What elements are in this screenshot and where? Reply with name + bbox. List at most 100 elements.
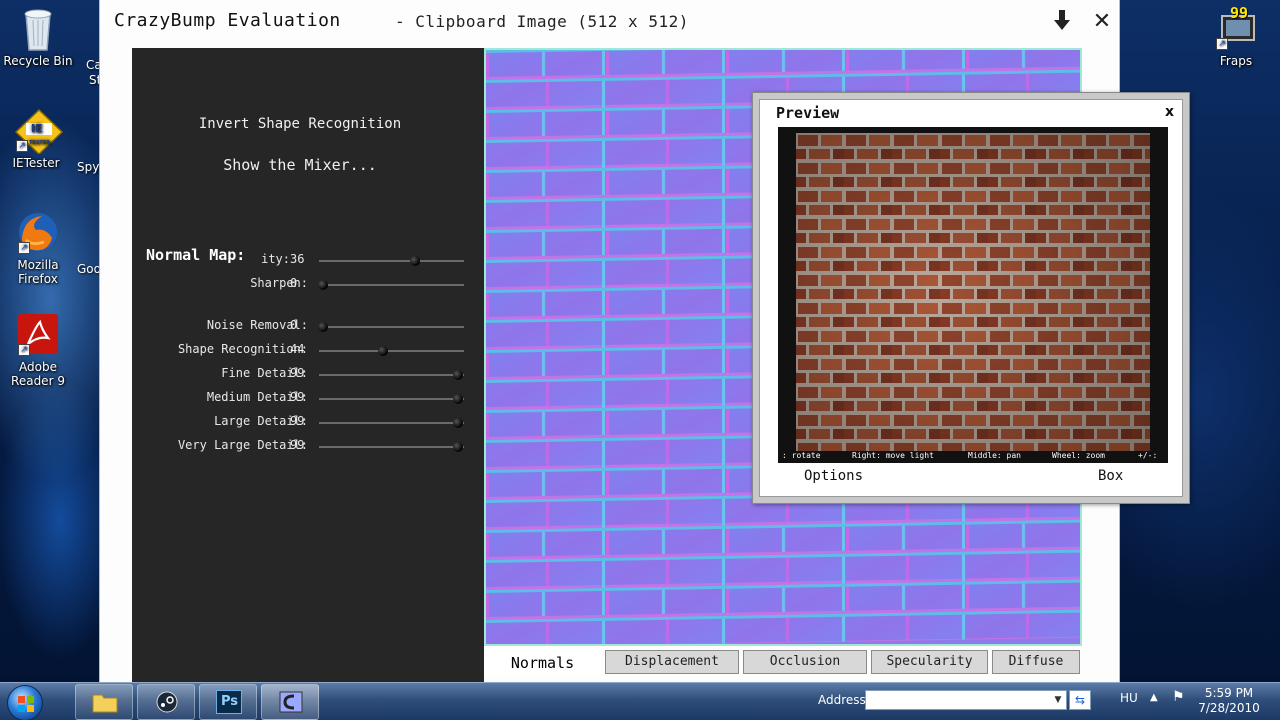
chevron-down-icon[interactable]: ▼ — [1050, 691, 1066, 709]
ietester-badge-text: IE — [31, 122, 43, 135]
slider-label: Shape Recognition: — [177, 342, 308, 356]
preview-3d-viewport[interactable]: : rotate Right: move light Middle: pan W… — [778, 127, 1168, 463]
fraps-monitor-icon: 99 ↗ — [1214, 6, 1258, 50]
clock-time: 5:59 PM — [1204, 686, 1254, 700]
desktop-icon-firefox[interactable]: ↗ Mozilla Firefox — [0, 210, 76, 286]
slider-value: 0 — [290, 276, 298, 290]
taskbar-explorer-button[interactable] — [75, 684, 133, 720]
close-icon[interactable]: ✕ — [1088, 8, 1116, 36]
preview-window-body: Preview x: rotate Right: move light Mid… — [759, 99, 1183, 497]
preview-close-button[interactable]: x — [1165, 104, 1174, 120]
tab-normals[interactable]: Normals — [484, 648, 601, 676]
preview-window: Preview x: rotate Right: move light Mid… — [752, 92, 1190, 504]
show-hidden-icons-icon[interactable]: ▲ — [1150, 692, 1158, 703]
preview-title: Preview — [776, 104, 840, 122]
preview-box-button[interactable]: Box — [1098, 468, 1123, 484]
slider-thumb[interactable] — [318, 280, 329, 290]
slider-track[interactable] — [319, 256, 464, 266]
tab-occlusion[interactable]: Occlusion — [743, 650, 867, 674]
brick-texture-preview — [796, 133, 1150, 451]
slider-row: ity: 36 — [132, 250, 484, 270]
photoshop-icon-label: Ps — [221, 694, 239, 709]
desktop-icon-adobe-reader[interactable]: ↗ Adobe Reader 9 — [0, 312, 76, 388]
adobe-reader-icon: ↗ — [16, 312, 60, 356]
taskbar-steam-button[interactable] — [137, 684, 195, 720]
slider-label: ity: — [261, 252, 290, 266]
desktop-icon-label: Adobe Reader 9 — [11, 360, 65, 388]
preview-mouse-hints: : rotate Right: move light Middle: pan W… — [778, 451, 1168, 461]
slider-row: Noise Removal: 0 — [132, 316, 484, 336]
hint-move-light: Right: move light — [852, 451, 934, 460]
slider-value: 99 — [290, 366, 305, 380]
desktop-icon-fraps[interactable]: 99 ↗ Fraps — [1198, 6, 1274, 68]
slider-row: Sharpen: 0 — [132, 274, 484, 294]
ietester-icon: IE TESTER ↗ — [14, 108, 64, 156]
action-center-flag-icon[interactable]: ⚑ — [1172, 689, 1185, 705]
desktop-icon-ietester[interactable]: IE TESTER ↗ IETester — [0, 108, 74, 170]
taskbar-crazybump-button[interactable] — [261, 684, 319, 720]
desktop-icon-label: Recycle Bin — [3, 54, 73, 68]
shortcut-arrow-icon: ↗ — [1216, 38, 1228, 50]
firefox-icon: ↗ — [16, 210, 60, 254]
slider-track[interactable] — [319, 442, 464, 452]
shortcut-arrow-icon: ↗ — [18, 242, 30, 254]
slider-value: 99 — [290, 414, 305, 428]
slider-value: 99 — [290, 438, 305, 452]
language-indicator[interactable]: HU — [1120, 691, 1138, 705]
tab-diffuse[interactable]: Diffuse — [992, 650, 1080, 674]
preview-options-button[interactable]: Options — [804, 468, 863, 484]
slider-row: Medium Detail: 99 — [132, 388, 484, 408]
slider-value: 44 — [290, 342, 305, 356]
slider-track[interactable] — [318, 280, 464, 290]
show-mixer-link[interactable]: Show the Mixer... — [132, 156, 468, 174]
slider-value: 99 — [290, 390, 305, 404]
slider-track[interactable] — [319, 418, 464, 428]
slider-label: Sharpen: — [250, 276, 308, 290]
folder-icon — [92, 694, 118, 713]
hint-pan: Middle: pan — [968, 451, 1021, 460]
start-button[interactable] — [7, 685, 43, 720]
slider-row: Very Large Detail: 99 — [132, 436, 484, 456]
shortcut-arrow-icon: ↗ — [16, 140, 28, 152]
tab-displacement[interactable]: Displacement — [605, 650, 739, 674]
taskbar-photoshop-button[interactable]: Ps — [199, 684, 257, 720]
steam-icon — [156, 691, 178, 713]
slider-row: Fine Detail: 99 — [132, 364, 484, 384]
slider-thumb[interactable] — [453, 418, 464, 428]
slider-thumb[interactable] — [453, 370, 464, 380]
desktop-icon-recycle-bin[interactable]: Recycle Bin — [0, 6, 76, 68]
photoshop-icon: Ps — [216, 690, 242, 714]
invert-shape-recognition-link[interactable]: Invert Shape Recognition — [132, 116, 468, 132]
ietester-badge-subtext: TESTER — [29, 140, 51, 146]
download-arrow-icon[interactable] — [1048, 8, 1076, 36]
slider-label: Very Large Detail: — [177, 438, 308, 452]
slider-track[interactable] — [319, 346, 464, 356]
slider-track[interactable] — [319, 394, 464, 404]
system-clock[interactable]: 5:59 PM 7/28/2010 — [1196, 686, 1262, 716]
slider-thumb[interactable] — [318, 322, 329, 332]
hint-plus-minus: +/-: — [1138, 451, 1158, 460]
address-go-icon[interactable]: ⇆ — [1069, 690, 1091, 710]
slider-value: 0 — [290, 318, 298, 332]
address-input[interactable] — [865, 690, 1067, 710]
slider-row: Shape Recognition: 44 — [132, 340, 484, 360]
desktop-icon-label: IETester — [12, 156, 60, 170]
hint-rotate: : rotate — [782, 451, 821, 460]
slider-row: Large Detail: 99 — [132, 412, 484, 432]
tab-specularity[interactable]: Specularity — [871, 650, 988, 674]
window-subtitle: - Clipboard Image (512 x 512) — [395, 12, 689, 31]
window-title: CrazyBump Evaluation — [114, 10, 341, 31]
slider-track[interactable] — [319, 370, 464, 380]
settings-panel: Invert Shape Recognition Show the Mixer.… — [132, 48, 484, 682]
slider-thumb[interactable] — [377, 346, 388, 356]
hint-zoom: Wheel: zoom — [1052, 451, 1105, 460]
slider-thumb[interactable] — [453, 442, 464, 452]
slider-thumb[interactable] — [409, 256, 420, 266]
map-tab-bar: Normals Displacement Occlusion Speculari… — [484, 648, 1082, 676]
slider-thumb[interactable] — [453, 394, 464, 404]
slider-value: 36 — [290, 252, 305, 266]
fraps-counter: 99 — [1230, 4, 1249, 22]
desktop-icon-label: Mozilla Firefox — [17, 258, 59, 286]
slider-track[interactable] — [318, 322, 464, 332]
partial-icon-label: Spy — [77, 160, 100, 174]
